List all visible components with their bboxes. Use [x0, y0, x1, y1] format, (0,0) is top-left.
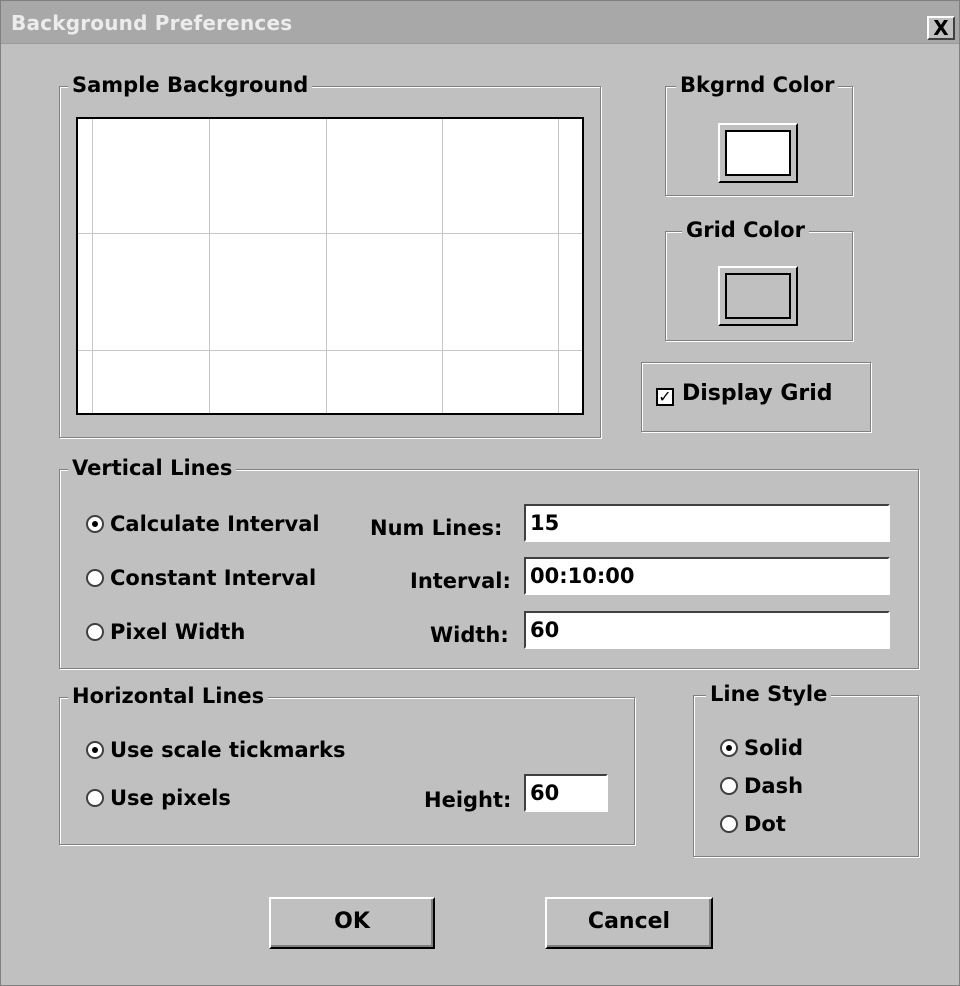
window-title: Background Preferences — [11, 11, 293, 35]
close-icon: X — [933, 16, 949, 40]
vertical-lines-legend: Vertical Lines — [68, 454, 237, 482]
height-input[interactable] — [524, 774, 608, 812]
grid-line-vertical — [442, 119, 443, 413]
radio-button[interactable] — [720, 815, 738, 833]
grid-line-vertical — [558, 119, 559, 413]
background-color-legend: Bkgrnd Color — [676, 71, 839, 99]
radio-dot[interactable]: Dot — [720, 812, 786, 836]
ok-button[interactable]: OK — [269, 897, 435, 949]
radio-calculate-interval[interactable]: Calculate Interval — [86, 512, 320, 536]
grid-line-vertical — [209, 119, 210, 413]
horizontal-lines-legend: Horizontal Lines — [68, 682, 269, 710]
sample-background-canvas — [76, 117, 584, 415]
radio-label: Use pixels — [110, 786, 231, 810]
height-label: Height: — [424, 788, 512, 812]
radio-button[interactable] — [720, 777, 738, 795]
vertical-lines-group: Vertical Lines Calculate Interval Consta… — [59, 454, 919, 669]
interval-label: Interval: — [410, 569, 511, 593]
radio-solid[interactable]: Solid — [720, 736, 803, 760]
line-style-legend: Line Style — [706, 680, 832, 708]
grid-line-vertical — [326, 119, 327, 413]
radio-label: Dash — [744, 774, 804, 798]
display-grid-checkbox[interactable]: ✓ — [656, 388, 674, 406]
radio-label: Dot — [744, 812, 786, 836]
grid-color-group: Grid Color — [665, 216, 853, 341]
grid-line-horizontal — [78, 350, 582, 351]
radio-label: Constant Interval — [110, 566, 317, 590]
close-button[interactable]: X — [927, 16, 955, 40]
cancel-button[interactable]: Cancel — [545, 897, 713, 949]
num-lines-label: Num Lines: — [370, 516, 503, 540]
interval-input[interactable] — [524, 557, 890, 595]
grid-line-horizontal — [78, 233, 582, 234]
check-icon: ✓ — [658, 387, 672, 406]
line-style-group: Line Style Solid Dash Dot — [693, 680, 919, 857]
radio-button-selected[interactable] — [86, 515, 104, 533]
radio-label: Use scale tickmarks — [110, 738, 346, 762]
radio-use-scale-tickmarks[interactable]: Use scale tickmarks — [86, 738, 346, 762]
sample-background-legend: Sample Background — [68, 71, 313, 99]
grid-color-swatch — [725, 273, 791, 319]
num-lines-input[interactable] — [524, 504, 890, 542]
ok-button-label: OK — [334, 909, 370, 934]
horizontal-lines-group: Horizontal Lines Use scale tickmarks Use… — [59, 682, 635, 845]
background-color-button[interactable] — [718, 123, 798, 183]
radio-label: Solid — [744, 736, 803, 760]
title-bar[interactable]: Background Preferences X — [1, 1, 959, 44]
radio-button-selected[interactable] — [86, 741, 104, 759]
radio-constant-interval[interactable]: Constant Interval — [86, 566, 316, 590]
grid-color-legend: Grid Color — [682, 216, 809, 244]
width-input[interactable] — [524, 611, 890, 649]
radio-label: Calculate Interval — [110, 512, 320, 536]
radio-button[interactable] — [86, 789, 104, 807]
radio-use-pixels[interactable]: Use pixels — [86, 786, 231, 810]
grid-color-button[interactable] — [718, 266, 798, 326]
radio-pixel-width[interactable]: Pixel Width — [86, 620, 245, 644]
radio-dash[interactable]: Dash — [720, 774, 803, 798]
cancel-button-label: Cancel — [587, 909, 671, 934]
grid-line-vertical — [92, 119, 93, 413]
radio-button[interactable] — [86, 569, 104, 587]
radio-button-selected[interactable] — [720, 739, 738, 757]
width-label: Width: — [430, 623, 509, 647]
display-grid-frame: ✓ Display Grid — [641, 362, 871, 432]
sample-background-group: Sample Background — [59, 71, 601, 438]
background-color-swatch — [725, 130, 791, 176]
background-color-group: Bkgrnd Color — [665, 71, 853, 196]
radio-label: Pixel Width — [110, 620, 246, 644]
background-preferences-dialog: Background Preferences X Sample Backgrou… — [0, 0, 960, 986]
display-grid-label[interactable]: Display Grid — [682, 381, 833, 406]
radio-button[interactable] — [86, 623, 104, 641]
